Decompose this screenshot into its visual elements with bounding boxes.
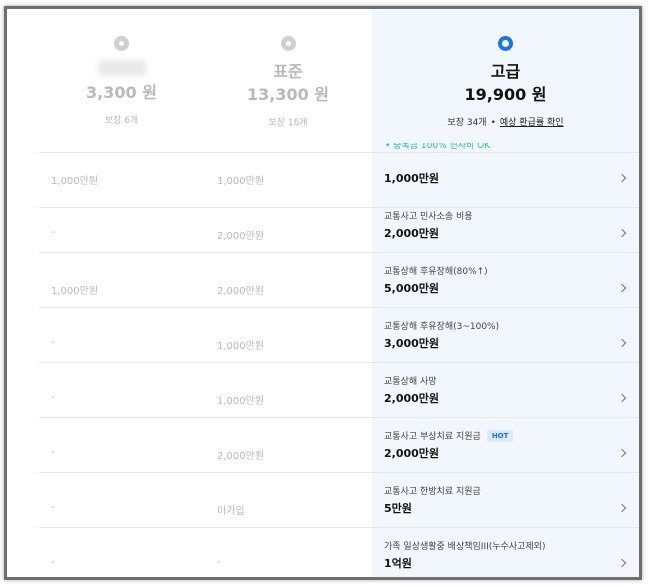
standard-plan-value: 1,000만원 [217, 396, 265, 407]
basic-plan-value: - [51, 227, 55, 238]
plan-coverage-count: 보장 34개 [447, 118, 487, 128]
separator-dot: • [490, 118, 496, 128]
plan-price: 13,300 원 [246, 85, 330, 104]
standard-plan-value: - [217, 557, 221, 568]
chevron-right-icon[interactable] [617, 393, 627, 403]
plan-header-standard[interactable]: 표준 13,300 원 보장 16개 [204, 9, 372, 145]
coverage-name-text: 교통사고 부상치료 지원금 [384, 432, 481, 442]
standard-plan-value: 2,000만원 [217, 231, 265, 242]
premium-coverage-cell[interactable]: 교통사고 민사소송 비용 2,000만원 [384, 198, 639, 252]
plan-price: 3,300 원 [86, 83, 157, 102]
plan-comparison-window: 3,300 원 보장 6개 표준 13,300 원 보장 16개 고급 19,9… [4, 6, 642, 580]
coverage-name: 교통상해 후유장해(80%↑) [384, 267, 488, 277]
standard-plan-value: 1,000만원 [217, 341, 265, 352]
refund-rate-link[interactable]: 예상 환급률 확인 [500, 118, 564, 128]
chevron-right-icon[interactable] [617, 558, 627, 568]
coverage-amount: 2,000만원 [384, 447, 440, 460]
table-row[interactable]: - 2,000만원 교통사고 부상치료 지원금 HOT 2,000만원 [39, 418, 639, 473]
plan-coverage-count: 보장 16개 [268, 118, 308, 128]
table-row[interactable]: - 미가입 교통사고 한방치료 지원금 5만원 [39, 473, 639, 528]
standard-plan-value: 2,000만원 [217, 286, 265, 297]
premium-coverage-cell[interactable]: 교통사고 부상치료 지원금 HOT 2,000만원 [384, 418, 639, 472]
standard-plan-value: 2,000만원 [217, 451, 265, 462]
table-row[interactable]: 1,000만원 2,000만원 교통상해 후유장해(80%↑) 5,000만원 [39, 253, 639, 308]
table-row[interactable]: - 2,000만원 교통사고 민사소송 비용 2,000만원 [39, 198, 639, 253]
table-row[interactable]: - 1,000만원 교통상해 후유장해(3~100%) 3,000만원 [39, 308, 639, 363]
coverage-amount: 3,000만원 [384, 337, 440, 350]
plan-header-premium[interactable]: 고급 19,900 원 보장 34개 • 예상 환급률 확인 [372, 9, 639, 145]
radio-unselected-icon[interactable] [280, 36, 296, 51]
premium-coverage-cell[interactable]: 교통사고 한방치료 지원금 5만원 [384, 473, 639, 527]
chevron-right-icon[interactable] [617, 173, 627, 183]
coverage-amount: 5만원 [384, 502, 412, 515]
coverage-amount: 2,000만원 [384, 227, 440, 240]
table-row[interactable]: - - 가족 일상생활중 배상책임III(누수사고제외) 1억원 [39, 528, 639, 577]
chevron-right-icon[interactable] [617, 338, 627, 348]
chevron-right-icon[interactable] [617, 448, 627, 458]
premium-coverage-cell[interactable]: 가족 일상생활중 배상책임III(누수사고제외) 1억원 [384, 528, 639, 577]
basic-plan-value: - [51, 557, 55, 568]
chevron-right-icon[interactable] [617, 503, 627, 513]
radio-unselected-icon[interactable] [114, 36, 129, 51]
basic-plan-value: - [51, 392, 55, 403]
plan-meta: 보장 34개 • 예상 환급률 확인 [372, 115, 639, 128]
premium-coverage-cell[interactable]: 교통상해 사망 2,000만원 [384, 363, 639, 417]
plan-price: 19,900 원 [464, 85, 547, 104]
plan-name: 표준 [273, 62, 303, 81]
hot-badge: HOT [486, 430, 514, 442]
basic-plan-value: 1,000만원 [51, 176, 99, 187]
coverage-name: 교통사고 부상치료 지원금 HOT [384, 429, 514, 442]
coverage-name: 교통상해 사망 [384, 377, 437, 387]
coverage-amount: 2,000만원 [384, 392, 440, 405]
coverage-name: 교통상해 후유장해(3~100%) [384, 322, 500, 332]
plan-coverage-count: 보장 6개 [104, 116, 139, 126]
coverage-name: 가족 일상생활중 배상책임III(누수사고제외) [384, 542, 546, 552]
chevron-right-icon[interactable] [617, 283, 627, 293]
standard-plan-value: 미가입 [217, 506, 245, 517]
coverage-amount: 1,000만원 [384, 172, 440, 185]
basic-plan-value: - [51, 502, 55, 513]
chevron-right-icon[interactable] [617, 228, 627, 238]
plan-comparison-table: 3,300 원 보장 6개 표준 13,300 원 보장 16개 고급 19,9… [19, 9, 639, 577]
radio-selected-icon[interactable] [498, 36, 513, 51]
coverage-amount: 1억원 [384, 557, 412, 570]
plan-header-basic[interactable]: 3,300 원 보장 6개 [39, 9, 204, 145]
basic-plan-value: - [51, 337, 55, 348]
premium-coverage-cell[interactable]: 교통상해 후유장해(3~100%) 3,000만원 [384, 308, 639, 362]
standard-plan-value: 1,000만원 [217, 176, 265, 187]
coverage-name: 교통사고 한방치료 지원금 [384, 487, 481, 497]
basic-plan-value: - [51, 447, 55, 458]
plan-name: 고급 [490, 62, 521, 81]
plan-name-blurred [97, 60, 146, 76]
basic-plan-value: 1,000만원 [51, 286, 99, 297]
premium-coverage-cell[interactable]: 교통상해 후유장해(80%↑) 5,000만원 [384, 253, 639, 307]
table-row[interactable]: - 1,000만원 교통상해 사망 2,000만원 [39, 363, 639, 418]
coverage-amount: 5,000만원 [384, 282, 440, 295]
coverage-name: 교통사고 민사소송 비용 [384, 212, 473, 222]
